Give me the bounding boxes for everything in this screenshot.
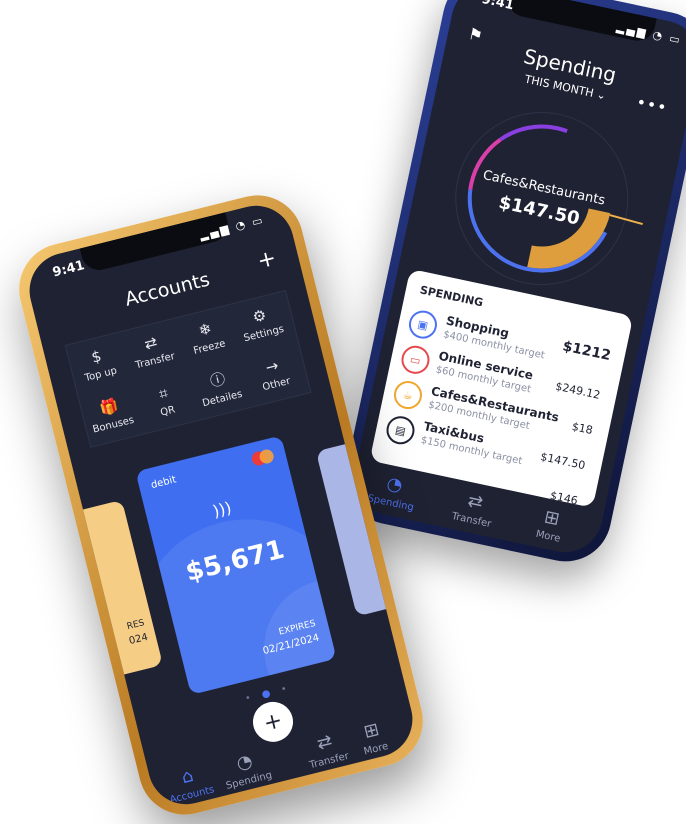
home-icon: ⌂ — [179, 765, 196, 789]
action-other-button[interactable]: → Other — [241, 343, 305, 405]
action-icon: → — [263, 355, 281, 377]
tab-label: More — [534, 528, 562, 545]
tab-more[interactable]: ⊞ More — [357, 718, 390, 758]
side-card-left[interactable]: RES 024 — [44, 499, 163, 685]
action-label: Freeze — [192, 337, 227, 357]
action-icon: ❄ — [196, 318, 214, 340]
action-icon: ⇄ — [142, 332, 159, 353]
card-type: debit — [149, 474, 178, 492]
item-amount: $147.50 — [539, 450, 587, 473]
action-qr-button[interactable]: ⌗ QR — [133, 370, 197, 432]
mastercard-icon — [250, 448, 276, 467]
action-icon: ⌗ — [156, 383, 170, 403]
chevron-down-icon: ⌄ — [595, 87, 608, 103]
spending-screen: 9:41 ▂▄▆ ◔ ▭ ⚑ Spending THIS MONTH ⌄ •••… — [347, 0, 686, 560]
tab-spending[interactable]: ◔ Spending — [366, 470, 419, 514]
action-label: Detailes — [201, 388, 244, 410]
pie-icon: ◔ — [384, 472, 405, 497]
add-fab[interactable]: + — [248, 697, 298, 747]
action-icon: 🎁 — [97, 395, 121, 418]
action-label: Other — [261, 375, 292, 393]
transfer-icon: ⇄ — [314, 730, 335, 755]
transfer-icon: ⇄ — [465, 490, 485, 514]
action-label: Transfer — [134, 350, 176, 371]
action-icon: $ — [89, 346, 104, 367]
grid-icon: ⊞ — [542, 506, 562, 530]
action-detailes-button[interactable]: ⓘ Detailes — [187, 356, 251, 418]
tab-label: Transfer — [450, 510, 493, 531]
side-card-expires-date: 024 — [127, 631, 150, 648]
tab-transfer[interactable]: ⇄ Transfer — [303, 727, 350, 771]
action-icon: ⚙ — [250, 305, 269, 326]
status-time: 9:41 — [51, 258, 87, 281]
action-label: Bonuses — [91, 414, 136, 436]
tab-more[interactable]: ⊞ More — [535, 505, 567, 544]
debit-card[interactable]: debit ))) $5,671 EXPIRES 02/21/2024 — [135, 435, 337, 695]
action-label: Settings — [242, 323, 286, 344]
grid-icon: ⊞ — [361, 718, 382, 743]
tab-accounts[interactable]: ⌂ Accounts — [163, 761, 216, 806]
accounts-phone: 9:41 ▂▄▆ ◔ ▭ Accounts + $ Top up ⇄ Transfer… — [9, 185, 433, 824]
action-label: QR — [159, 403, 177, 419]
item-amount: $146 — [548, 488, 579, 508]
pie-icon: ◔ — [234, 750, 255, 775]
tab-label: More — [362, 740, 390, 758]
item-amount: $18 — [570, 419, 594, 438]
tab-transfer[interactable]: ⇄ Transfer — [451, 487, 498, 530]
action-bonuses-button[interactable]: 🎁 Bonuses — [78, 383, 142, 445]
status-time: 9:41 — [480, 0, 516, 14]
tab-spending[interactable]: ◔ Spending — [219, 747, 273, 792]
tab-label: Spending — [366, 493, 415, 514]
action-label: Top up — [83, 364, 119, 384]
side-card-expires-label: RES — [125, 618, 146, 633]
spending-phone: 9:41 ▂▄▆ ◔ ▭ ⚑ Spending THIS MONTH ⌄ •••… — [336, 0, 686, 570]
action-icon: ⓘ — [208, 369, 228, 391]
item-amount: $249.12 — [554, 379, 602, 402]
